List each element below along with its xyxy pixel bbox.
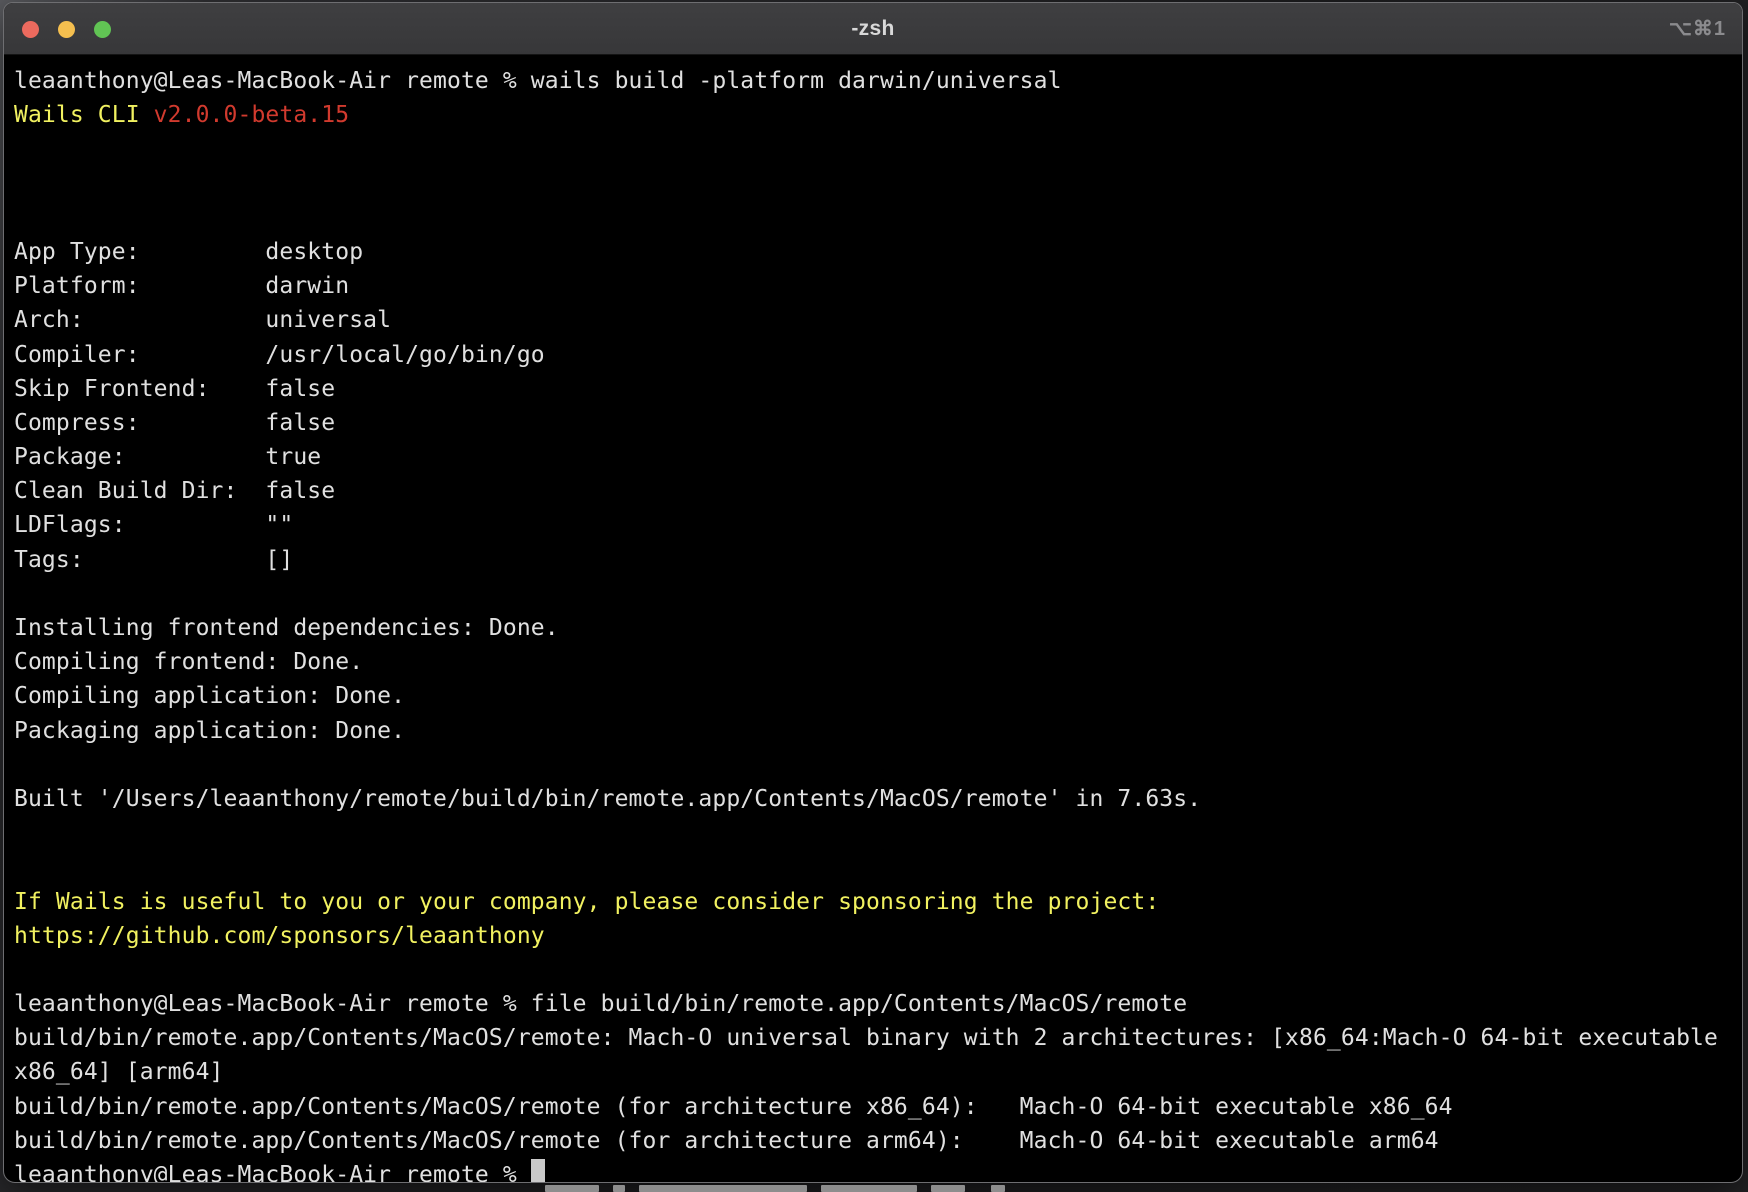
terminal-line: Compiling frontend: Done. (14, 645, 1742, 679)
minimize-button[interactable] (58, 21, 75, 38)
terminal-text-run: App Type: desktop (14, 239, 363, 265)
background-text-fragment (991, 1185, 1005, 1192)
terminal-text-run: leaanthony@Leas-MacBook-Air remote % fil… (14, 991, 1187, 1017)
terminal-text-run: Compiling frontend: Done. (14, 649, 363, 675)
terminal-text-run: Built '/Users/leaanthony/remote/build/bi… (14, 786, 1201, 812)
traffic-lights (22, 21, 111, 38)
terminal-line: Packaging application: Done. (14, 714, 1742, 748)
terminal-line: build/bin/remote.app/Contents/MacOS/remo… (14, 1021, 1742, 1055)
terminal-line: Platform: darwin (14, 269, 1742, 303)
terminal-line: Built '/Users/leaanthony/remote/build/bi… (14, 782, 1742, 816)
terminal-line: build/bin/remote.app/Contents/MacOS/remo… (14, 1124, 1742, 1158)
terminal-text-run: leaanthony@Leas-MacBook-Air remote % wai… (14, 68, 1062, 94)
terminal-line (14, 577, 1742, 611)
terminal-line (14, 816, 1742, 850)
terminal-line (14, 201, 1742, 235)
close-button[interactable] (22, 21, 39, 38)
terminal-line (14, 953, 1742, 987)
terminal-text-run: https://github.com/sponsors/leaanthony (14, 923, 545, 949)
titlebar[interactable]: -zsh ⌥⌘1 (4, 3, 1742, 55)
terminal-line (14, 850, 1742, 884)
terminal-line: Skip Frontend: false (14, 372, 1742, 406)
terminal-line: Compiler: /usr/local/go/bin/go (14, 338, 1742, 372)
terminal-line: leaanthony@Leas-MacBook-Air remote % fil… (14, 987, 1742, 1021)
terminal-line: LDFlags: "" (14, 508, 1742, 542)
terminal-line (14, 132, 1742, 166)
occluded-background-window (545, 1185, 1005, 1192)
terminal-line (14, 748, 1742, 782)
terminal-text-run: v2.0.0-beta.15 (154, 102, 350, 128)
terminal-text-run: LDFlags: "" (14, 512, 293, 538)
terminal-text-run: build/bin/remote.app/Contents/MacOS/remo… (14, 1094, 1453, 1120)
terminal-text-run: Platform: darwin (14, 273, 349, 299)
terminal-window: -zsh ⌥⌘1 leaanthony@Leas-MacBook-Air rem… (3, 2, 1743, 1183)
terminal-line: leaanthony@Leas-MacBook-Air remote % wai… (14, 64, 1742, 98)
terminal-line: Compress: false (14, 406, 1742, 440)
terminal-text-run: Packaging application: Done. (14, 718, 405, 744)
terminal-line: Tags: [] (14, 543, 1742, 577)
terminal-line: x86_64] [arm64] (14, 1055, 1742, 1089)
background-text-fragment (821, 1185, 917, 1192)
terminal-cursor (531, 1159, 545, 1183)
terminal-line: https://github.com/sponsors/leaanthony (14, 919, 1742, 953)
window-title: -zsh (4, 3, 1742, 55)
terminal-line: Compiling application: Done. (14, 679, 1742, 713)
terminal-text-run: x86_64] [arm64] (14, 1059, 224, 1085)
terminal-text-run: If Wails is useful to you or your compan… (14, 889, 1159, 915)
terminal-text-run: build/bin/remote.app/Contents/MacOS/remo… (14, 1128, 1439, 1154)
terminal-line: App Type: desktop (14, 235, 1742, 269)
terminal-line: Arch: universal (14, 303, 1742, 337)
terminal-line: leaanthony@Leas-MacBook-Air remote % (14, 1158, 1742, 1183)
terminal-text-run: Package: true (14, 444, 321, 470)
terminal-text-run: build/bin/remote.app/Contents/MacOS/remo… (14, 1025, 1718, 1051)
terminal-line (14, 167, 1742, 201)
background-text-fragment (613, 1185, 625, 1192)
terminal-line: build/bin/remote.app/Contents/MacOS/remo… (14, 1090, 1742, 1124)
terminal-screen[interactable]: leaanthony@Leas-MacBook-Air remote % wai… (4, 55, 1742, 1183)
terminal-text-run: Installing frontend dependencies: Done. (14, 615, 559, 641)
terminal-text-run: Compiling application: Done. (14, 683, 405, 709)
terminal-text-run: Arch: universal (14, 307, 391, 333)
terminal-line: If Wails is useful to you or your compan… (14, 885, 1742, 919)
terminal-text-run: Skip Frontend: false (14, 376, 335, 402)
terminal-line: Wails CLI v2.0.0-beta.15 (14, 98, 1742, 132)
terminal-line: Clean Build Dir: false (14, 474, 1742, 508)
background-text-fragment (639, 1185, 807, 1192)
terminal-text-run: Compress: false (14, 410, 335, 436)
terminal-text-run: Compiler: /usr/local/go/bin/go (14, 342, 545, 368)
terminal-text-run: leaanthony@Leas-MacBook-Air remote % (14, 1162, 531, 1183)
terminal-line: Package: true (14, 440, 1742, 474)
zoom-button[interactable] (94, 21, 111, 38)
background-text-fragment (545, 1185, 599, 1192)
terminal-text-run: Tags: [] (14, 547, 293, 573)
terminal-line: Installing frontend dependencies: Done. (14, 611, 1742, 645)
background-text-fragment (931, 1185, 965, 1192)
terminal-text-run: Clean Build Dir: false (14, 478, 335, 504)
tab-shortcut-label: ⌥⌘1 (1669, 3, 1726, 55)
terminal-text-run: Wails CLI (14, 102, 154, 128)
